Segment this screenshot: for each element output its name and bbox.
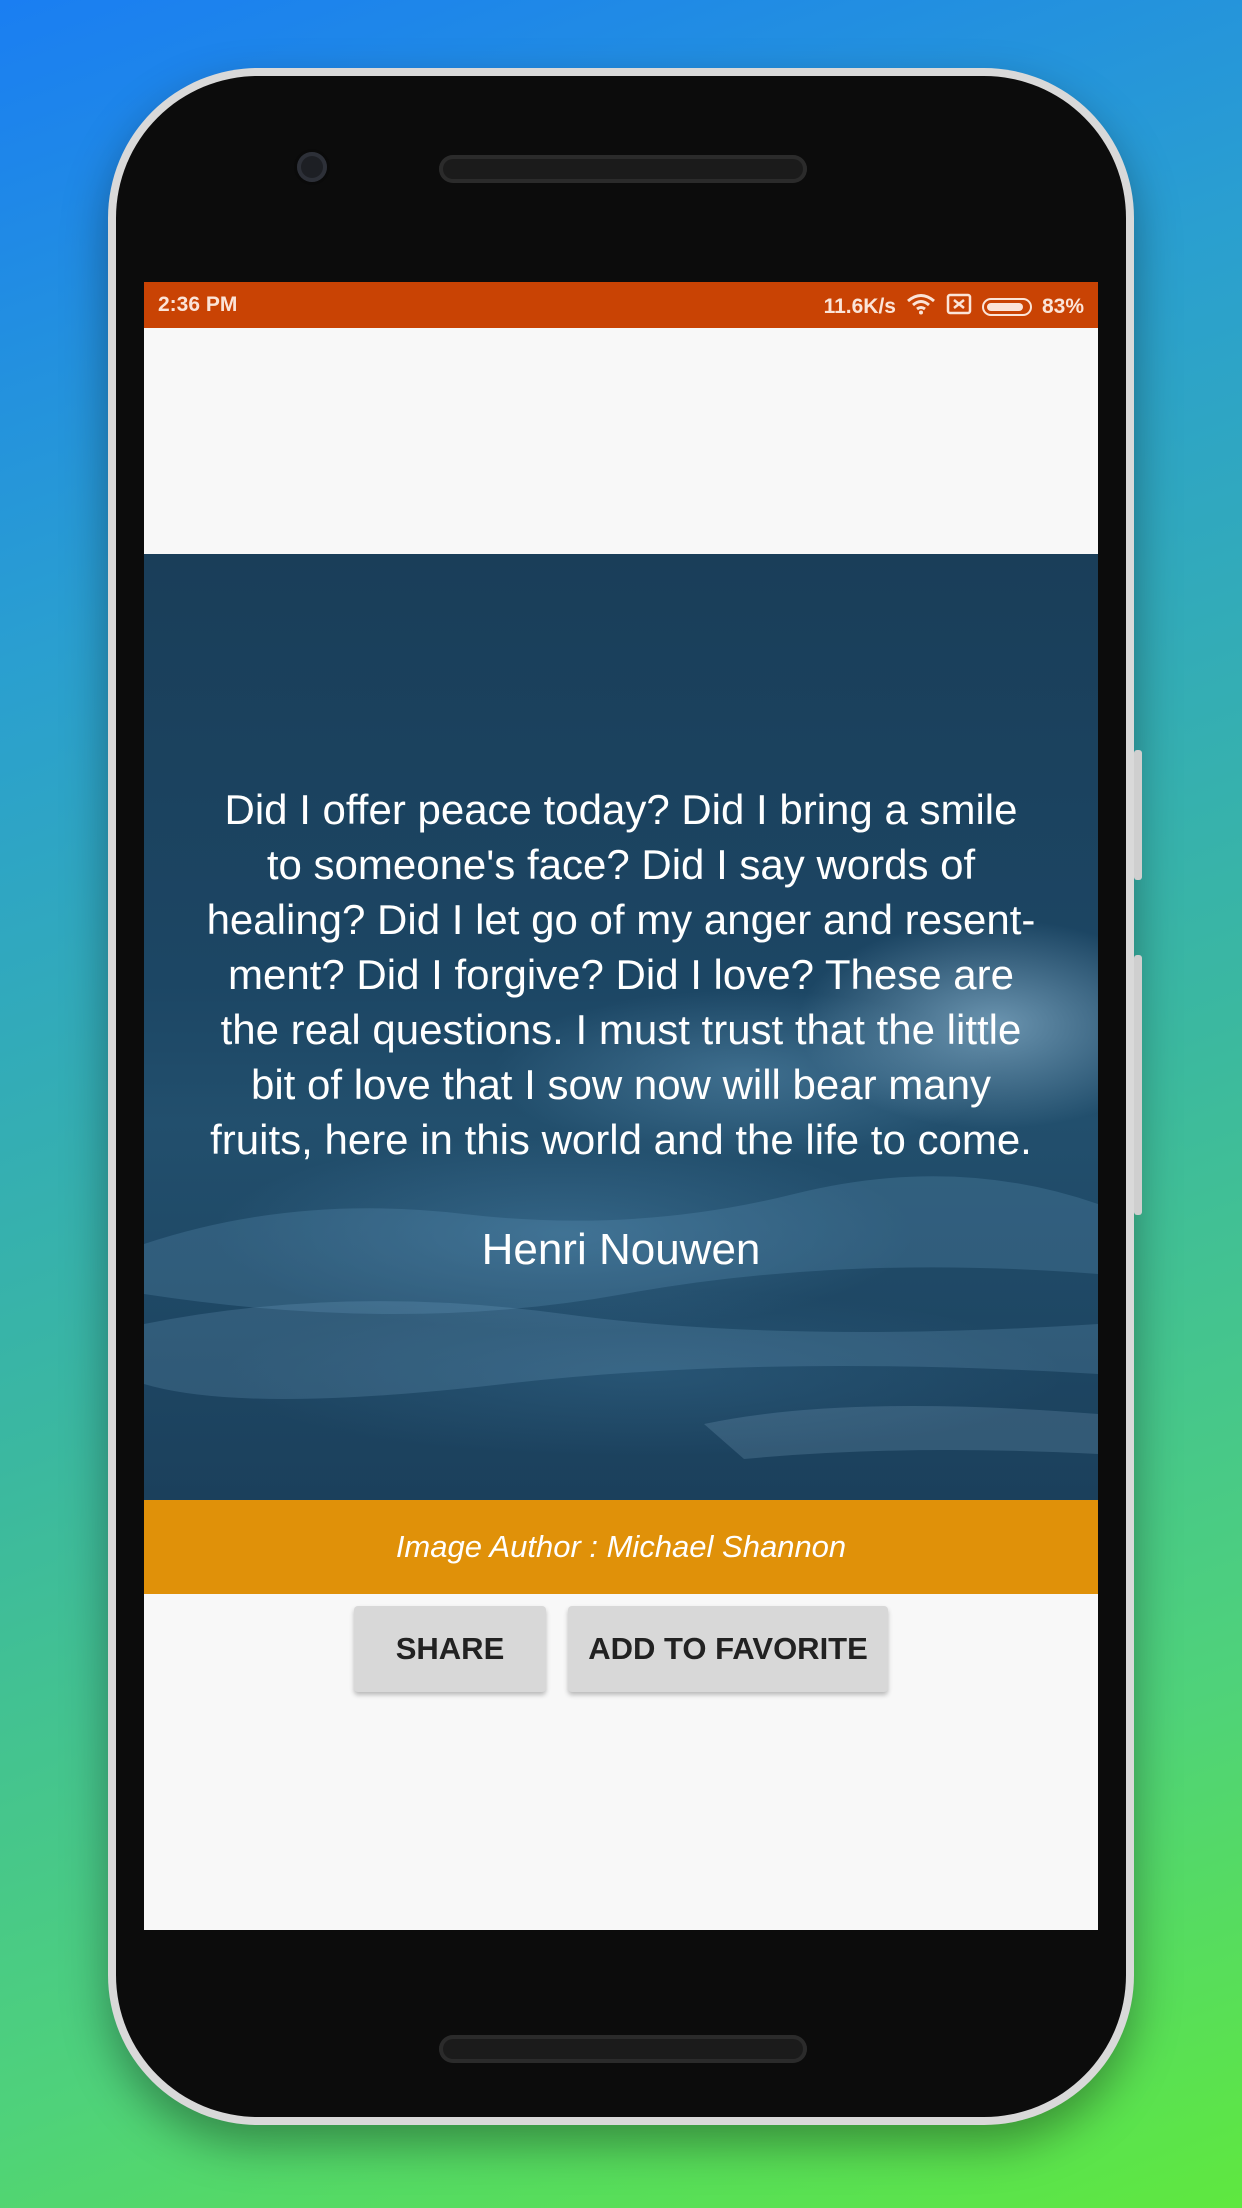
quote-line: ment? Did I forgive? Did I love? These a… [228, 951, 1014, 998]
earpiece-speaker [439, 155, 807, 183]
volume-button [1134, 955, 1142, 1215]
quote-line: bit of love that I sow now will bear man… [250, 1061, 991, 1108]
front-camera [297, 152, 327, 182]
battery-icon [981, 298, 1032, 316]
quote-line: the real questions. I must trust that th… [220, 1006, 1022, 1053]
wifi-icon [906, 293, 936, 321]
bottom-speaker [439, 2035, 807, 2063]
quote-line: fruits, here in this world and the life … [210, 1116, 1032, 1163]
app-screen: 2:36 PM 11.6K/s 83% Did I offer peace to… [144, 282, 1098, 1930]
quote-text: Did I offer peace today? Did I bring a s… [144, 782, 1098, 1167]
status-bar: 2:36 PM 11.6K/s 83% [144, 282, 1098, 328]
quote-line: Did I offer peace today? Did I bring a s… [224, 786, 1018, 833]
image-credit: Image Author : Michael Shannon [144, 1500, 1098, 1594]
network-speed: 11.6K/s [823, 295, 896, 318]
ad-banner-area [144, 328, 1098, 554]
sim-off-icon [946, 293, 972, 321]
quote-author: Henri Nouwen [481, 1225, 761, 1274]
share-button[interactable]: SHARE [354, 1606, 546, 1692]
status-time: 2:36 PM [158, 293, 238, 316]
status-indicators: 11.6K/s 83% [824, 293, 1084, 321]
battery-percent: 83% [1041, 295, 1084, 318]
quote-line: to someone's face? Did I say words of [266, 841, 976, 888]
quote-line: healing? Did I let go of my anger and re… [206, 896, 1036, 943]
add-to-favorite-button[interactable]: ADD TO FAVORITE [568, 1606, 888, 1692]
quote-image: Did I offer peace today? Did I bring a s… [144, 554, 1098, 1500]
power-button [1134, 750, 1142, 880]
